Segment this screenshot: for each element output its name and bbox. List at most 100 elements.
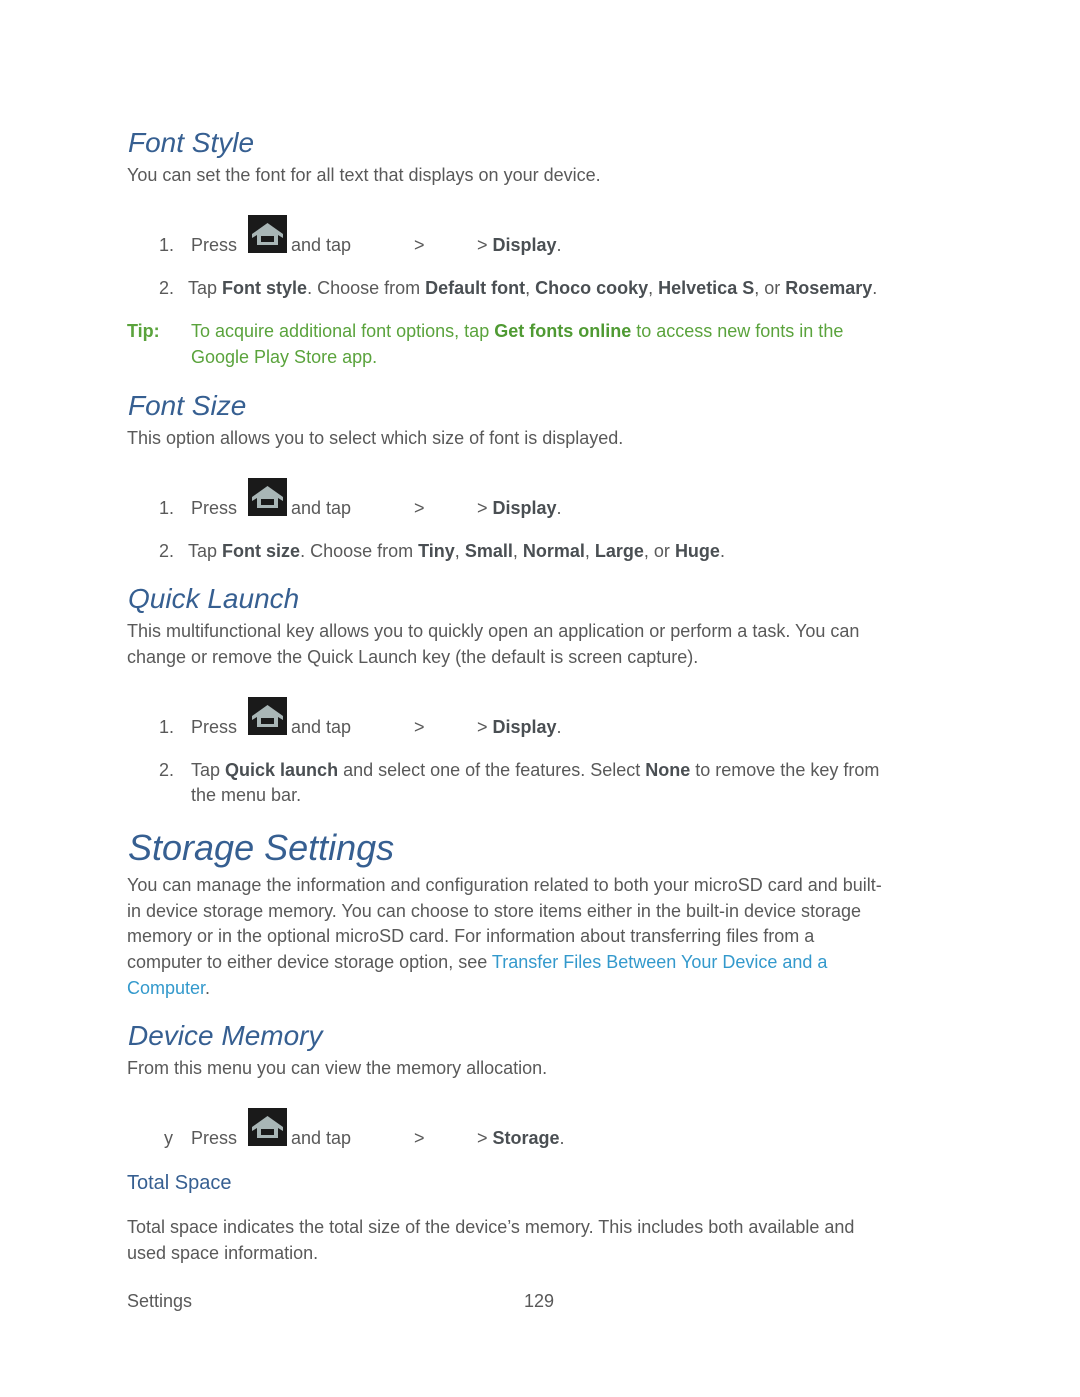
press-text: Press	[191, 717, 238, 737]
large-option: Large	[594, 541, 644, 561]
quick-launch-heading: Quick Launch	[128, 583, 300, 614]
text: ,	[525, 278, 536, 298]
text: ,	[584, 541, 595, 561]
small-option: Small	[464, 541, 513, 561]
separator: >	[414, 717, 425, 737]
period: .	[556, 235, 562, 255]
font-style-heading: Font Style	[128, 127, 255, 158]
text: and select one of the features. Select	[338, 760, 646, 780]
bullet: y	[164, 1128, 173, 1148]
choco-cooky-option: Choco cooky	[535, 278, 649, 298]
separator: >	[477, 717, 493, 737]
helvetica-s-option: Helvetica S	[658, 278, 755, 298]
period: .	[559, 1128, 565, 1148]
storage-line-3: memory or in the optional microSD card. …	[127, 926, 815, 946]
font-size-step-2: 2. Tap Font size. Choose from Tiny, Small…	[159, 539, 725, 565]
device-memory-heading: Device Memory	[128, 1020, 323, 1051]
menu-path: > Display.	[477, 496, 562, 522]
font-size-heading: Font Size	[128, 390, 247, 421]
display-label: Display	[492, 235, 557, 255]
tiny-option: Tiny	[418, 541, 455, 561]
quick-launch-intro-line-2: change or remove the Quick Launch key (t…	[127, 647, 699, 667]
tip-line-2: Google Play Store app.	[191, 347, 378, 367]
text: to access new fonts in the	[631, 321, 844, 341]
text: ,	[648, 278, 659, 298]
storage-label: Storage	[492, 1128, 560, 1148]
step-number: 2.	[159, 278, 175, 298]
transfer-files-link[interactable]: Transfer Files Between Your Device and a	[492, 952, 828, 972]
storage-line-1: You can manage the information and confi…	[127, 875, 882, 895]
menu-path: > Storage.	[477, 1126, 565, 1152]
separator: >	[477, 235, 493, 255]
footer-section-name: Settings	[127, 1291, 193, 1311]
normal-option: Normal	[522, 541, 585, 561]
text: . Choose from	[307, 278, 426, 298]
separator: >	[414, 1128, 425, 1148]
storage-settings-heading: Storage Settings	[128, 827, 395, 868]
text: Tap	[191, 760, 226, 780]
total-space-heading: Total Space	[127, 1172, 232, 1194]
storage-line-5: Computer.	[127, 976, 210, 1002]
period: .	[205, 978, 211, 998]
step-number: 1.	[159, 717, 175, 737]
home-key-icon	[248, 215, 287, 253]
font-size-option: Font size	[222, 541, 301, 561]
huge-option: Huge	[674, 541, 720, 561]
step-number: 1.	[159, 235, 175, 255]
none-option: None	[645, 760, 691, 780]
period: .	[556, 498, 562, 518]
font-size-intro: This option allows you to select which s…	[127, 428, 624, 448]
press-text: Press	[191, 498, 238, 518]
total-space-line-1: Total space indicates the total size of …	[127, 1217, 855, 1237]
separator: >	[477, 1128, 493, 1148]
quick-launch-intro-line-1: This multifunctional key allows you to q…	[127, 621, 860, 641]
text: computer to either device storage option…	[127, 952, 492, 972]
font-style-option: Font style	[222, 278, 308, 298]
menu-path: > Display.	[477, 233, 562, 259]
separator: >	[414, 498, 425, 518]
font-style-step-2: 2. Tap Font style. Choose from Default fo…	[159, 276, 877, 302]
text: Tap	[188, 278, 223, 298]
press-text: Press	[191, 235, 238, 255]
and-tap-text: and tap	[291, 1128, 352, 1148]
total-space-line-2: used space information.	[127, 1243, 319, 1263]
menu-path: > Display.	[477, 715, 562, 741]
and-tap-text: and tap	[291, 717, 352, 737]
quick-launch-option: Quick launch	[225, 760, 339, 780]
storage-line-4: computer to either device storage option…	[127, 950, 827, 976]
and-tap-text: and tap	[291, 498, 352, 518]
home-key-icon	[248, 478, 287, 516]
rosemary-option: Rosemary	[785, 278, 873, 298]
transfer-files-link-cont[interactable]: Computer	[127, 978, 205, 998]
period: .	[556, 717, 562, 737]
text: , or	[754, 278, 786, 298]
step-2-line-2: the menu bar.	[191, 785, 302, 805]
font-style-intro: You can set the font for all text that d…	[127, 165, 601, 185]
separator: >	[477, 498, 493, 518]
text: , or	[643, 541, 675, 561]
text: ,	[454, 541, 465, 561]
step-number: 1.	[159, 498, 175, 518]
tip-line-1: To acquire additional font options, tap …	[191, 319, 843, 345]
home-key-icon	[248, 697, 287, 735]
text: ,	[512, 541, 523, 561]
text: .	[719, 541, 725, 561]
home-key-icon	[248, 1108, 287, 1146]
default-font-option: Default font	[425, 278, 526, 298]
step-number: 2.	[159, 541, 175, 561]
storage-line-2: in device storage memory. You can choose…	[127, 901, 862, 921]
display-label: Display	[492, 498, 557, 518]
footer-page-number: 129	[524, 1291, 555, 1311]
text: . Choose from	[300, 541, 419, 561]
text: Tap	[188, 541, 223, 561]
step-2-line-1: Tap Quick launch and select one of the f…	[191, 758, 879, 784]
and-tap-text: and tap	[291, 235, 352, 255]
press-text: Press	[191, 1128, 238, 1148]
text: to remove the key from	[690, 760, 880, 780]
get-fonts-online: Get fonts online	[494, 321, 632, 341]
device-memory-intro: From this menu you can view the memory a…	[127, 1058, 548, 1078]
text: To acquire additional font options, tap	[191, 321, 495, 341]
text: .	[872, 278, 878, 298]
display-label: Display	[492, 717, 557, 737]
step-number: 2.	[159, 760, 175, 780]
